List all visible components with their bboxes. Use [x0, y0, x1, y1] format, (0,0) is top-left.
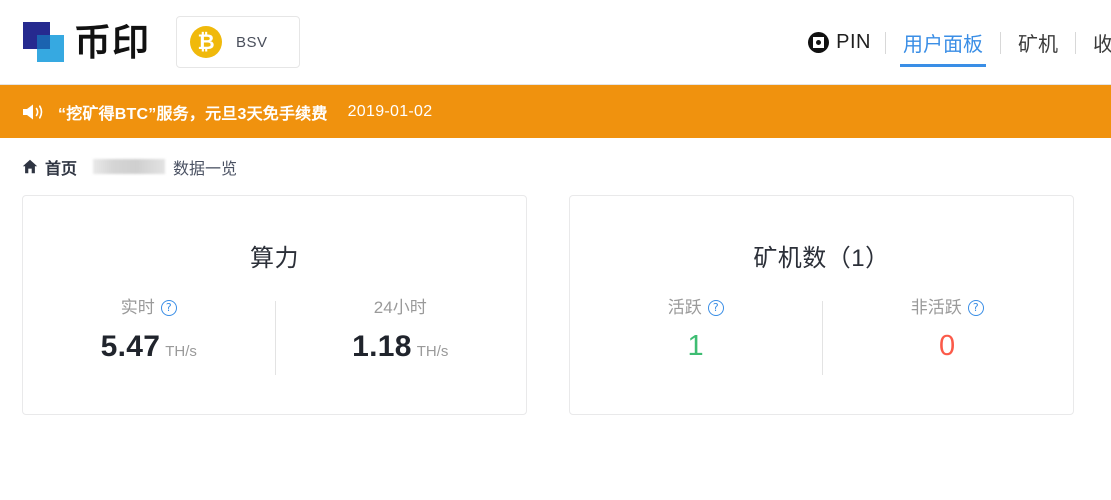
card-miner-count-body: 活跃 ? 1 非活跃 ? 0	[570, 299, 1074, 375]
card-miner-count-col-active-value-group: 1	[570, 332, 822, 361]
card-hashrate-col-realtime-unit: TH/s	[165, 343, 197, 360]
card-miner-count-col-inactive-label: 非活跃	[910, 298, 962, 317]
card-hashrate-col-realtime-value: 5.47	[100, 330, 161, 363]
nav-item-pin[interactable]: PIN	[808, 0, 885, 85]
pin-icon	[808, 32, 830, 53]
card-hashrate-col-24h-value: 1.18	[352, 330, 412, 363]
breadcrumb-home[interactable]: 首页	[45, 155, 77, 179]
card-miner-count-col-inactive-label-group: 非活跃 ?	[911, 299, 984, 316]
card-miner-count-col-inactive: 非活跃 ? 0	[822, 299, 1074, 361]
nav-item-earnings-label: 收	[1093, 34, 1111, 56]
card-hashrate-col-realtime-value-group: 5.47 TH/s	[23, 332, 275, 362]
card-hashrate: 算力 实时 ? 5.47 TH/s 24小时 1.18 TH/s	[22, 195, 527, 415]
card-miner-count-title: 矿机数（1）	[753, 245, 890, 272]
card-hashrate-col-24h-label-group: 24小时	[374, 299, 427, 316]
coin-selector-label: BSV	[236, 33, 268, 51]
card-hashrate-col-24h-label: 24小时	[373, 298, 427, 317]
brand-logo[interactable]: 币印	[22, 16, 150, 68]
nav-item-earnings[interactable]: 收	[1076, 0, 1111, 85]
card-column-divider	[821, 301, 823, 375]
card-hashrate-col-realtime-label-group: 实时 ?	[121, 299, 177, 316]
announcement-date: 2019-01-02	[347, 102, 433, 120]
logo-text: 币印	[74, 20, 150, 64]
question-circle-icon[interactable]: ?	[967, 299, 984, 316]
card-hashrate-title: 算力	[250, 245, 299, 272]
card-miner-count-col-active: 活跃 ? 1	[570, 299, 822, 361]
announcement-text: “挖矿得BTC”服务，元旦3天免手续费	[58, 105, 328, 123]
nav-item-pin-label: PIN	[836, 31, 871, 53]
card-miner-count-col-active-value: 1	[687, 330, 704, 362]
nav-item-miners-label: 矿机	[1018, 34, 1058, 56]
card-miner-count-col-inactive-value-group: 0	[822, 332, 1074, 361]
announcement-banner[interactable]: “挖矿得BTC”服务，元旦3天免手续费 2019-01-02	[0, 85, 1111, 138]
question-circle-icon[interactable]: ?	[160, 299, 177, 316]
bitcoin-icon: ₿	[190, 26, 222, 58]
home-icon	[22, 159, 45, 174]
logo-mark-icon	[22, 19, 70, 65]
app-header: 币印 ₿ BSV PIN 用户面板 矿机 收	[0, 0, 1111, 85]
card-hashrate-col-realtime-label: 实时	[120, 298, 155, 317]
nav-active-underline	[900, 64, 986, 67]
card-hashrate-col-24h: 24小时 1.18 TH/s	[275, 299, 527, 362]
primary-nav: PIN 用户面板 矿机 收	[808, 0, 1111, 85]
coin-selector[interactable]: ₿ BSV	[176, 16, 300, 68]
card-miner-count-col-active-label: 活跃	[667, 298, 702, 317]
stat-cards: 算力 实时 ? 5.47 TH/s 24小时 1.18 TH/s 矿机数（1） …	[0, 195, 1111, 415]
nav-item-user-panel[interactable]: 用户面板	[886, 0, 1000, 85]
breadcrumb-current: 数据一览	[173, 160, 238, 178]
nav-item-user-panel-label: 用户面板	[903, 34, 983, 56]
card-miner-count-col-active-label-group: 活跃 ?	[668, 299, 724, 316]
card-hashrate-col-24h-value-group: 1.18 TH/s	[275, 332, 527, 362]
question-circle-icon[interactable]: ?	[707, 299, 724, 316]
breadcrumb-redacted-segment	[93, 159, 166, 174]
breadcrumb: 首页 数据一览	[0, 138, 1111, 195]
card-hashrate-col-realtime: 实时 ? 5.47 TH/s	[23, 299, 275, 362]
card-column-divider	[274, 301, 276, 375]
card-miner-count-col-inactive-value: 0	[939, 330, 956, 362]
card-hashrate-body: 实时 ? 5.47 TH/s 24小时 1.18 TH/s	[23, 299, 527, 375]
megaphone-icon	[22, 103, 44, 121]
nav-item-miners[interactable]: 矿机	[1001, 0, 1075, 85]
card-hashrate-col-24h-unit: TH/s	[416, 343, 449, 360]
card-miner-count: 矿机数（1） 活跃 ? 1 非活跃 ? 0	[569, 195, 1074, 415]
